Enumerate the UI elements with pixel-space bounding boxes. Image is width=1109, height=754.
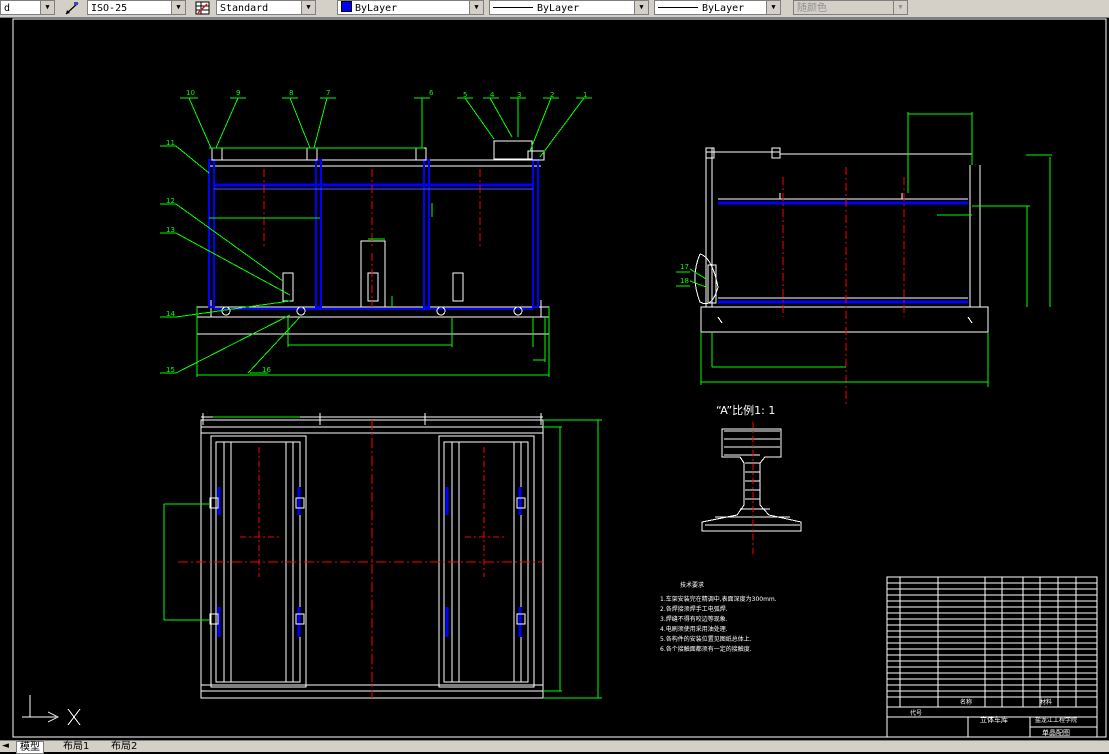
linetype-sample-icon bbox=[493, 7, 533, 8]
title-block: 代号 名称 材料 立体车库 盐龙江工程学院 单晶配图 bbox=[886, 576, 1098, 738]
balloon-16: 16 bbox=[262, 366, 271, 374]
part-name: 立体车库 bbox=[980, 715, 1008, 724]
side-view bbox=[676, 112, 1052, 407]
tab-layout1[interactable]: 布局1 bbox=[60, 741, 92, 752]
tab-model[interactable]: 模型 bbox=[16, 741, 44, 754]
properties-toolbar: d ▼ ISO-25 ▼ Standard ▼ ByLayer ▼ ByLaye… bbox=[0, 0, 1109, 18]
rail-profile bbox=[701, 422, 802, 557]
tech-note-6: 6.各个接触面都须有一定的接触度. bbox=[660, 645, 752, 653]
linetype-combo[interactable]: ByLayer ▼ bbox=[489, 0, 649, 15]
chevron-down-icon[interactable]: ▼ bbox=[301, 1, 315, 14]
plot-style-combo: 随颜色 ▼ bbox=[793, 0, 908, 15]
balloon-12: 12 bbox=[166, 197, 175, 205]
chevron-down-icon[interactable]: ▼ bbox=[469, 1, 483, 14]
technical-notes: 技术要求 1.车架安装完在精调中,表面深度为300mm. 2.各焊接须焊手工电弧… bbox=[660, 581, 777, 653]
balloon-18: 18 bbox=[680, 277, 689, 285]
balloon-7: 7 bbox=[326, 89, 330, 97]
school-name: 盐龙江工程学院 bbox=[1035, 716, 1077, 724]
balloon-3: 3 bbox=[517, 91, 521, 99]
material-label: 材料 bbox=[1040, 698, 1052, 706]
balloon-6: 6 bbox=[429, 89, 434, 97]
layout-tabs: ◄ 模型 布局1 布局2 bbox=[0, 740, 1109, 754]
balloon-17: 17 bbox=[680, 263, 689, 271]
text-style-value: d bbox=[4, 3, 11, 14]
dimension-style-value: ISO-25 bbox=[91, 3, 128, 14]
tab-layout2[interactable]: 布局2 bbox=[108, 741, 140, 752]
tech-note-5: 5.各构件的安装位置见图纸总体上. bbox=[660, 635, 752, 643]
drawing-canvas[interactable]: 10 9 8 7 6 5 4 3 2 1 11 12 13 14 15 16 1… bbox=[0, 17, 1109, 740]
chevron-down-icon: ▼ bbox=[893, 1, 907, 14]
tech-note-2: 2.各焊接须焊手工电弧焊. bbox=[660, 605, 728, 613]
tech-note-3: 3.焊缝不得有咬边等现象. bbox=[660, 615, 728, 623]
table-style-value: Standard bbox=[220, 3, 269, 14]
balloon-9: 9 bbox=[236, 89, 240, 97]
tab-scroll-icon[interactable]: ◄ bbox=[2, 741, 9, 752]
code-label: 代号 bbox=[910, 709, 922, 717]
text-style-combo[interactable]: d ▼ bbox=[0, 0, 55, 15]
tech-note-4: 4.电刷须使用采用油处理. bbox=[660, 625, 728, 633]
detail-title: “A”比例1: 1 bbox=[716, 403, 775, 417]
balloon-8: 8 bbox=[289, 89, 293, 97]
color-swatch-icon bbox=[341, 1, 352, 12]
table-style-combo[interactable]: Standard ▼ bbox=[216, 0, 316, 15]
balloon-5: 5 bbox=[463, 91, 467, 99]
balloon-11: 11 bbox=[166, 139, 175, 147]
linetype-value: ByLayer bbox=[537, 3, 580, 14]
balloon-10: 10 bbox=[186, 89, 195, 97]
lineweight-sample-icon bbox=[658, 7, 698, 8]
balloon-13: 13 bbox=[166, 226, 175, 234]
color-value: ByLayer bbox=[355, 3, 398, 14]
color-combo[interactable]: ByLayer ▼ bbox=[337, 0, 484, 15]
ucs-icon bbox=[22, 695, 81, 726]
lineweight-combo[interactable]: ByLayer ▼ bbox=[654, 0, 781, 15]
balloon-15: 15 bbox=[166, 366, 175, 374]
plan-view bbox=[163, 413, 602, 699]
chevron-down-icon[interactable]: ▼ bbox=[766, 1, 780, 14]
front-view bbox=[160, 97, 592, 377]
plot-style-value: 随颜色 bbox=[797, 3, 827, 14]
chevron-down-icon[interactable]: ▼ bbox=[634, 1, 648, 14]
tech-note-1: 1.车架安装完在精调中,表面深度为300mm. bbox=[660, 595, 777, 603]
tech-notes-title: 技术要求 bbox=[680, 581, 704, 589]
dimension-style-combo[interactable]: ISO-25 ▼ bbox=[87, 0, 186, 15]
balloon-4: 4 bbox=[490, 91, 495, 99]
name-label: 名称 bbox=[960, 698, 972, 706]
balloon-2: 2 bbox=[550, 91, 554, 99]
sheet-name: 单晶配图 bbox=[1042, 728, 1070, 737]
chevron-down-icon[interactable]: ▼ bbox=[171, 1, 185, 14]
lineweight-value: ByLayer bbox=[702, 3, 745, 14]
chevron-down-icon[interactable]: ▼ bbox=[40, 1, 54, 14]
balloon-1: 1 bbox=[583, 91, 587, 99]
balloon-labels: 10 9 8 7 6 5 4 3 2 1 11 12 13 14 15 16 1… bbox=[166, 89, 689, 374]
table-style-icon[interactable] bbox=[195, 1, 210, 15]
dimension-style-icon[interactable] bbox=[65, 1, 80, 15]
balloon-14: 14 bbox=[166, 310, 175, 318]
